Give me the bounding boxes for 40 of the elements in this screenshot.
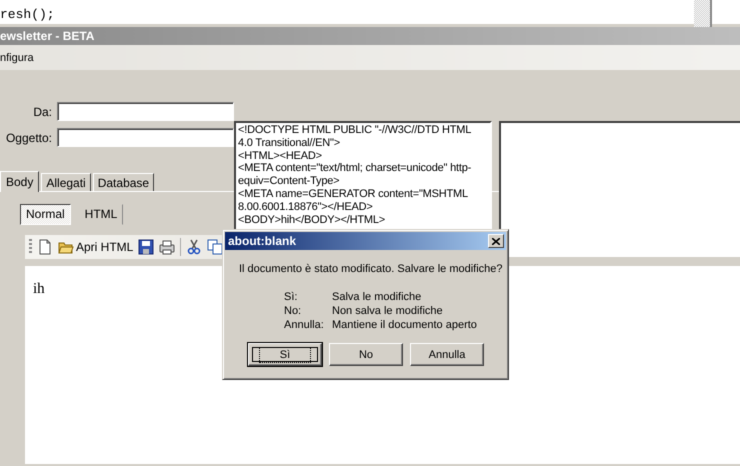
source-line: <BODY>hih</BODY></HTML> [238,214,386,226]
code-line: resh(); [0,7,55,22]
menu-item[interactable]: nfigura [0,52,36,64]
text-pane[interactable] [499,121,740,257]
field-label: Oggetto: [4,130,53,144]
close-icon [492,238,500,244]
option-description: Mantiene il documento aperto [332,318,478,332]
body-text: ih [33,281,45,298]
option-key: No: [284,304,332,318]
print-icon[interactable] [159,239,176,255]
dialog-title: about:blank [228,234,296,248]
close-button[interactable] [488,234,504,248]
input-field[interactable] [57,128,234,147]
dialog-button[interactable]: Annulla [410,343,484,366]
source-line: 4.0 Transitional//EN"> [238,136,341,150]
dialog-button[interactable]: Sì [248,343,322,366]
scrollbar[interactable] [694,0,712,27]
source-line: <META name=GENERATOR content="MSHTML [238,188,469,201]
tab[interactable]: Database [92,173,154,191]
source-line: <HTML><HEAD> [238,150,323,162]
source-line: equiv=Content-Type> [238,175,340,188]
source-line: <META content="text/html; charset=unicode" http- [238,162,472,176]
window-title: ewsletter - BETA [0,27,740,45]
view-mode-button[interactable]: Normal [20,204,71,224]
source-line: 8.00.6001.18876"></HEAD> [238,200,374,214]
input-field[interactable] [57,102,234,121]
option-description: Non salva le modifiche [332,304,444,318]
scissors-icon[interactable] [186,239,202,255]
dialog-button[interactable]: No [329,343,403,366]
open-html-button[interactable]: Apri HTML [58,239,134,255]
option-key: Annulla: [284,318,332,332]
save-icon[interactable] [138,239,154,255]
source-line: <!DOCTYPE HTML PUBLIC "-//W3C//DTD HTML [238,124,472,137]
copy-icon[interactable] [207,239,224,255]
option-description: Salva le modifiche [332,290,422,304]
tab[interactable]: Body [0,171,40,192]
tab[interactable]: Allegati [41,173,91,191]
field-label: Da: [32,104,53,118]
new-document-icon[interactable] [37,239,53,255]
option-key: Sì: [284,290,332,304]
